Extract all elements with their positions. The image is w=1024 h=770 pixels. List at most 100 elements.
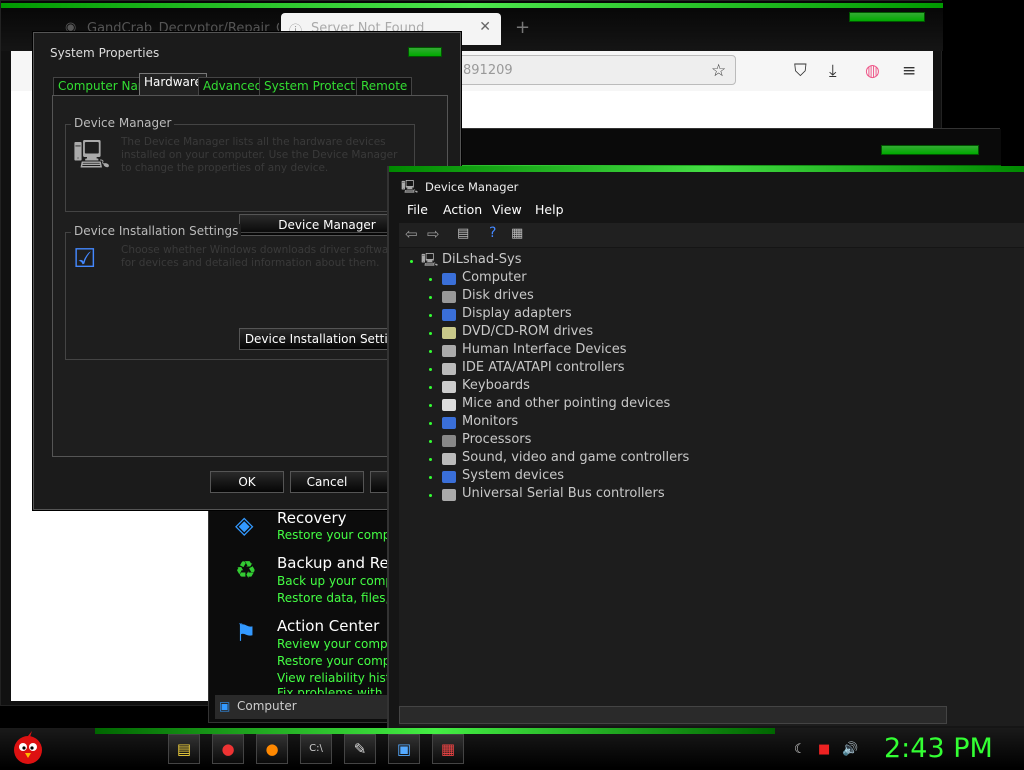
- device-category-item[interactable]: Sound, video and game controllers: [462, 450, 689, 465]
- action-center-title[interactable]: Action Center: [277, 617, 379, 635]
- tree-connector: [429, 440, 432, 443]
- close-tab-icon[interactable]: ✕: [479, 19, 491, 35]
- tree-connector: [429, 314, 432, 317]
- device-category-item[interactable]: Keyboards: [462, 378, 530, 393]
- backup-icon: ♻: [235, 556, 257, 584]
- network-icon[interactable]: ☾: [794, 742, 806, 757]
- device-category-icon: [442, 453, 456, 465]
- cancel-button[interactable]: Cancel: [290, 471, 364, 493]
- browser-accent-bar: [1, 3, 943, 8]
- action-link-2[interactable]: Restore your comput: [277, 654, 403, 668]
- device-category-item[interactable]: Human Interface Devices: [462, 342, 627, 357]
- backup-link[interactable]: Back up your compu: [277, 574, 401, 588]
- device-category-item[interactable]: Processors: [462, 432, 531, 447]
- device-category-icon: [442, 489, 456, 501]
- volume-icon[interactable]: 🔊: [842, 742, 858, 757]
- ok-button[interactable]: OK: [210, 471, 284, 493]
- clock[interactable]: 2:43 PM: [884, 733, 993, 764]
- forward-arrow-icon[interactable]: ⇨: [427, 225, 440, 243]
- tree-connector: [429, 332, 432, 335]
- tree-connector: [429, 422, 432, 425]
- recovery-link[interactable]: Restore your compu: [277, 528, 398, 542]
- tree-connector: [429, 476, 432, 479]
- recovery-title[interactable]: Recovery: [277, 509, 347, 527]
- window-controls[interactable]: [849, 12, 925, 22]
- show-hide-tree-icon[interactable]: ▤: [457, 226, 469, 241]
- menu-file[interactable]: File: [407, 202, 428, 217]
- device-category-icon: [442, 273, 456, 285]
- pocket-icon[interactable]: ⛉: [794, 61, 807, 81]
- cmd-icon[interactable]: C:\: [300, 734, 332, 764]
- action-link-3[interactable]: View reliability histor: [277, 671, 403, 685]
- taskbar: [0, 728, 1024, 768]
- dialog-close-button[interactable]: [408, 47, 442, 57]
- chrome-icon[interactable]: ●: [212, 734, 244, 764]
- tree-connector: [429, 368, 432, 371]
- tree-root[interactable]: DiLshad-Sys: [442, 252, 522, 267]
- device-category-item[interactable]: DVD/CD-ROM drives: [462, 324, 593, 339]
- device-category-icon: [442, 471, 456, 483]
- menu-icon[interactable]: ≡: [902, 61, 916, 81]
- tab-hardware[interactable]: Hardware: [139, 73, 207, 96]
- url-bar[interactable]: 891209: [446, 55, 736, 85]
- device-category-icon: [442, 399, 456, 411]
- back-arrow-icon[interactable]: ⇦: [405, 225, 418, 243]
- checklist-icon: ☑: [73, 244, 96, 274]
- cp-window-controls[interactable]: [881, 145, 979, 155]
- install-settings-description: Choose whether Windows downloads driver …: [121, 244, 411, 270]
- tree-connector: [429, 386, 432, 389]
- menu-view[interactable]: View: [492, 202, 522, 217]
- paint-icon[interactable]: ✎: [344, 734, 376, 764]
- tree-connector: [429, 494, 432, 497]
- account-icon[interactable]: ◍: [865, 61, 880, 81]
- device-category-item[interactable]: System devices: [462, 468, 564, 483]
- explorer-icon[interactable]: ▤: [168, 734, 200, 764]
- device-category-icon: [442, 417, 456, 429]
- dialog-title: System Properties: [50, 46, 159, 60]
- recovery-icon: ◈: [235, 511, 253, 539]
- start-button[interactable]: [8, 730, 48, 766]
- tree-connector: [429, 404, 432, 407]
- tree-connector: [410, 260, 413, 263]
- alert-icon[interactable]: ■: [818, 742, 830, 757]
- tree-connector: [429, 296, 432, 299]
- menu-bar: File Action View Help: [399, 200, 1024, 222]
- device-category-icon: [442, 435, 456, 447]
- horizontal-scrollbar[interactable]: [399, 706, 947, 724]
- device-category-item[interactable]: Disk drives: [462, 288, 534, 303]
- flag-icon: ⚑: [235, 619, 257, 647]
- device-category-item[interactable]: Computer: [462, 270, 527, 285]
- device-tree: 🖳 DiLshad-Sys Computer Disk drives Display…: [399, 248, 1024, 726]
- cp-status-bar: ▣ Computer: [215, 695, 395, 719]
- device-category-item[interactable]: Monitors: [462, 414, 518, 429]
- backup-title[interactable]: Backup and Res: [277, 554, 397, 572]
- device-category-icon: [442, 309, 456, 321]
- action-link-4[interactable]: Fix problems with: [277, 686, 382, 694]
- new-tab-button[interactable]: +: [515, 17, 530, 38]
- device-category-item[interactable]: Universal Serial Bus controllers: [462, 486, 665, 501]
- device-icon[interactable]: ▦: [432, 734, 464, 764]
- computer-root-icon: 🖳: [421, 251, 438, 273]
- device-manager-description: The Device Manager lists all the hardwar…: [121, 136, 411, 175]
- firefox-icon[interactable]: ●: [256, 734, 288, 764]
- menu-help[interactable]: Help: [535, 202, 564, 217]
- status-text: Computer: [237, 699, 297, 713]
- tree-connector: [429, 350, 432, 353]
- device-category-item[interactable]: Display adapters: [462, 306, 572, 321]
- download-icon[interactable]: ⤓: [829, 61, 837, 81]
- device-category-item[interactable]: Mice and other pointing devices: [462, 396, 670, 411]
- device-category-item[interactable]: IDE ATA/ATAPI controllers: [462, 360, 625, 375]
- system-icon[interactable]: ▣: [388, 734, 420, 764]
- help-icon[interactable]: ?: [489, 225, 496, 241]
- star-icon[interactable]: ☆: [711, 61, 726, 81]
- dm-accent-bar: [389, 166, 1024, 172]
- menu-action[interactable]: Action: [443, 202, 482, 217]
- properties-icon[interactable]: ▦: [511, 226, 523, 241]
- tree-connector: [429, 458, 432, 461]
- tab-advanced[interactable]: Advanced: [198, 77, 267, 95]
- device-manager-group-label: Device Manager: [71, 116, 174, 130]
- device-category-icon: [442, 291, 456, 303]
- action-link-1[interactable]: Review your comput: [277, 637, 400, 651]
- url-text: 891209: [463, 63, 513, 78]
- tab-remote[interactable]: Remote: [356, 77, 412, 95]
